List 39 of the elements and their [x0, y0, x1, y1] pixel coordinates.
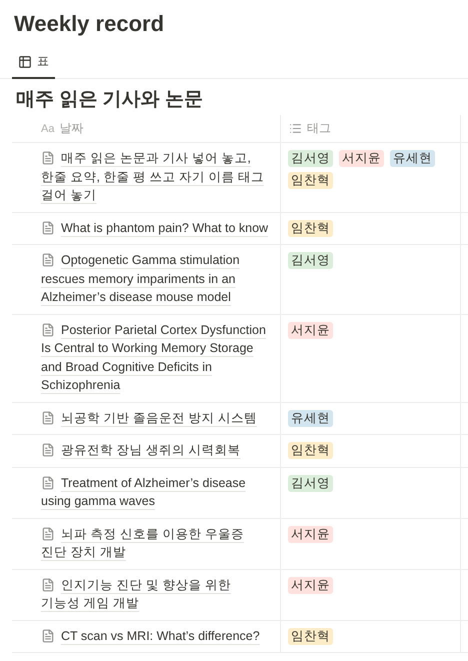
tag: 서지윤: [339, 150, 384, 167]
list-icon: [289, 122, 302, 135]
tag: 유세현: [288, 410, 333, 426]
tag: 서지윤: [288, 576, 333, 594]
tag: 유세현: [390, 150, 435, 167]
page-title: Weekly record: [13, 10, 166, 38]
page-link[interactable]: 뇌파 측정 신호를 이용한 우울증 진단 장치 개발: [41, 524, 272, 562]
page-link[interactable]: Posterior Parietal Cortex Dysfunction Is Central to Working Memory Storage and Broad Cognitive Deficits in Schizophrenia: [41, 320, 272, 394]
document-icon: [41, 322, 55, 336]
document-icon: [41, 443, 55, 457]
document-icon: [41, 151, 55, 165]
tag: 임찬혁: [288, 220, 333, 236]
document-icon: [41, 578, 55, 592]
tag: 임찬혁: [288, 172, 333, 189]
tag: 서지윤: [288, 322, 333, 338]
table-icon: [18, 54, 32, 68]
page-link[interactable]: What is phantom pain? What to know: [41, 218, 272, 237]
document-icon: [41, 526, 55, 540]
tag: 김서영: [288, 474, 333, 492]
page-link[interactable]: Treatment of Alzheimer’s disease using gamma waves: [41, 474, 272, 510]
document-icon: [41, 476, 55, 490]
page-link[interactable]: 광유전학 장님 생쥐의 시력회복: [41, 441, 272, 460]
tag: 임찬혁: [288, 442, 333, 459]
database-title: 매주 읽은 기사와 논문: [15, 88, 204, 112]
page-link[interactable]: 인지기능 진단 및 향상을 위한 기능성 게임 개발: [41, 576, 272, 612]
document-icon: [41, 253, 55, 267]
tag: 서지윤: [288, 526, 333, 542]
document-icon: [41, 628, 55, 642]
tag: 김서영: [288, 252, 333, 269]
tag: 임찬혁: [288, 628, 333, 644]
page-link[interactable]: Optogenetic Gamma stimulation rescues memory impariments in an Alzheimer’s disease mouse model: [41, 251, 272, 306]
page-link[interactable]: CT scan vs MRI: What’s difference?: [41, 626, 272, 645]
page-link[interactable]: 매주 읽은 논문과 기사 넣어 놓고, 한줄 요약, 한줄 평 쓰고 자기 이름 태그 걸어 놓기: [41, 149, 272, 204]
view-tab[interactable]: 표: [12, 50, 55, 79]
document-icon: [41, 410, 55, 424]
tag: 김서영: [288, 150, 333, 167]
text-type-icon: Aa: [41, 122, 54, 134]
document-icon: [41, 220, 55, 234]
page-link[interactable]: 뇌공학 기반 졸음운전 방지 시스템: [41, 408, 272, 427]
